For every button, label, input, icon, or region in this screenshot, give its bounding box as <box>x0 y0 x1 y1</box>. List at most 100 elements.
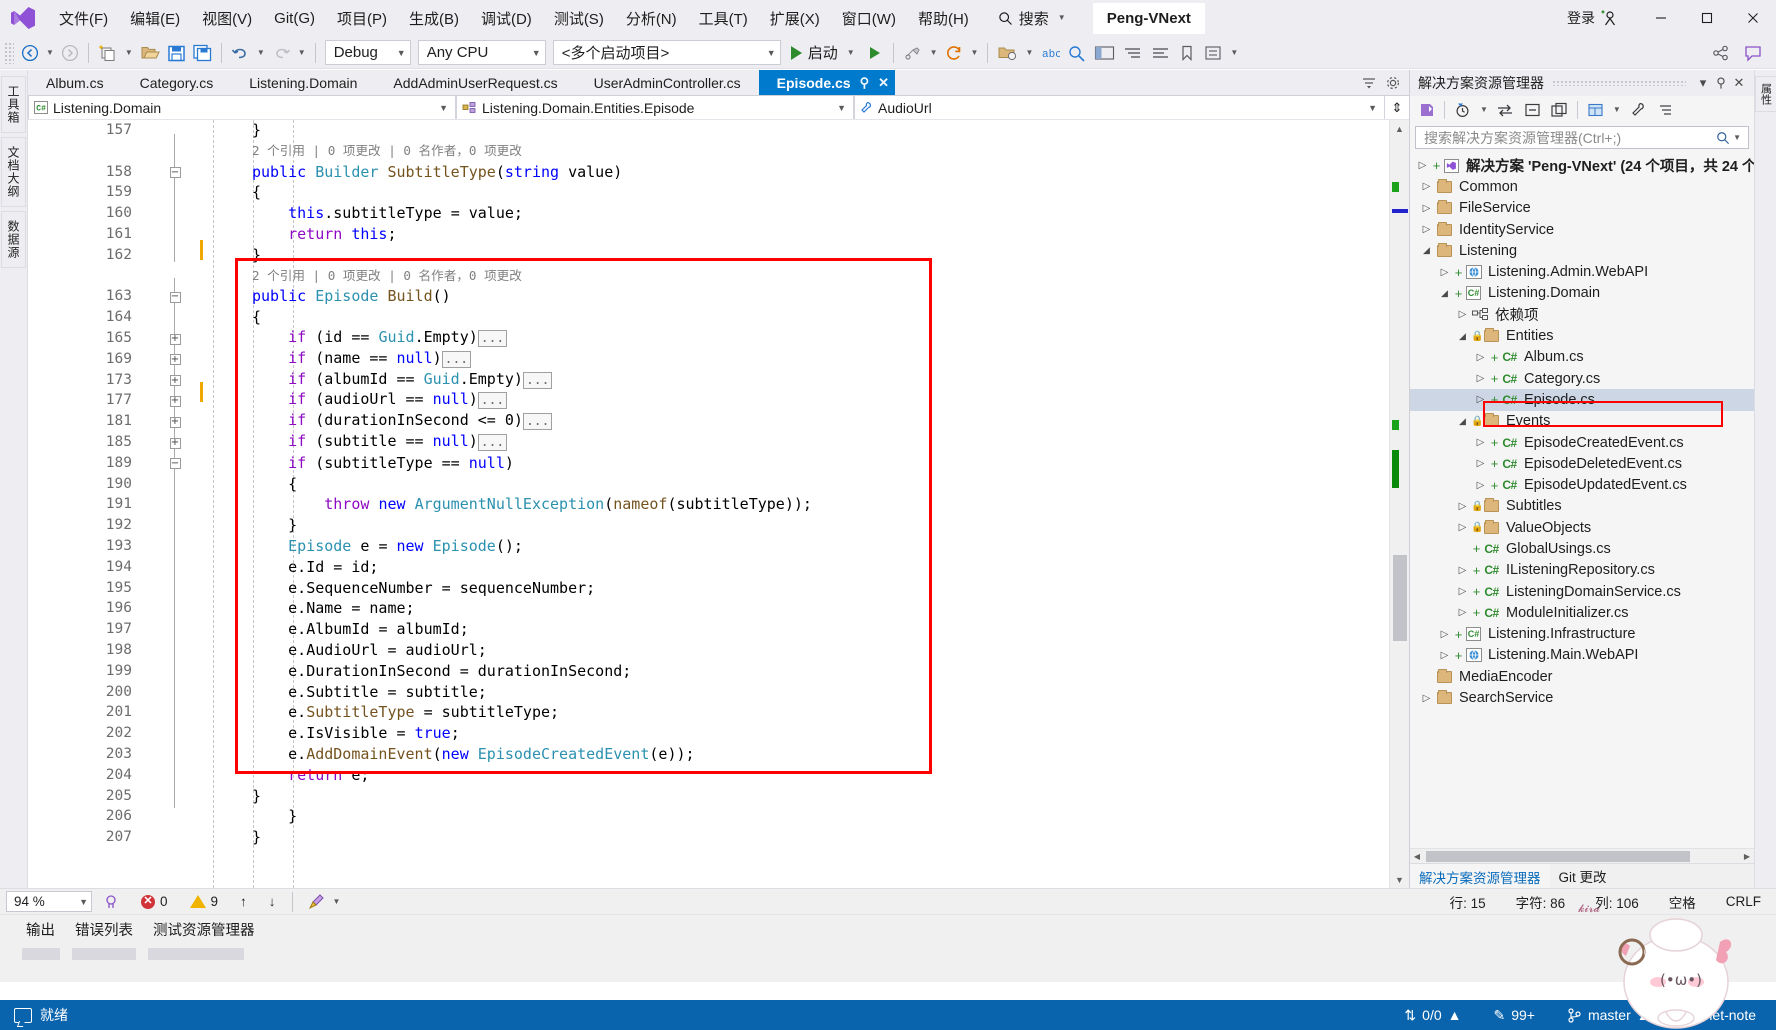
expand-arrow-icon[interactable]: ▷ <box>1454 501 1471 512</box>
intellisense-status[interactable] <box>92 894 130 910</box>
startup-project-combo[interactable]: <多个启动项目> ▼ <box>552 40 781 65</box>
code-line[interactable]: 200 e.Subtitle = subtitle; <box>28 682 1389 703</box>
expand-arrow-icon[interactable]: ▷ <box>1418 693 1435 704</box>
tree-row-subtitles[interactable]: ▷ 🔒 Subtitles <box>1410 496 1754 517</box>
code-editor[interactable]: 157} 2 个引用 | 0 项更改 | 0 名作者，0 项更改 158− publi… <box>28 120 1409 888</box>
code-line[interactable]: 177 + if (audioUrl == null)... <box>28 390 1389 411</box>
tree-row-fileservice[interactable]: ▷ FileService <box>1410 198 1754 219</box>
expand-arrow-icon[interactable]: ▷ <box>1436 267 1453 278</box>
tree-row-episodeupdatedevent-cs[interactable]: ▷ + C# EpisodeUpdatedEvent.cs <box>1410 474 1754 495</box>
expand-arrow-icon[interactable]: ▷ <box>1472 394 1489 405</box>
properties-dropdown-icon[interactable]: ▼ <box>1610 106 1624 114</box>
close-panel-icon[interactable]: ✕ <box>1730 75 1748 91</box>
solution-platform-button[interactable] <box>994 40 1021 66</box>
code-lens[interactable]: 2 个引用 | 0 项更改 | 0 名作者，0 项更改 <box>252 140 522 162</box>
rail-tab-document-outline[interactable]: 文档大纲 <box>1 137 26 207</box>
expand-region-icon[interactable]: + <box>168 390 182 411</box>
code-text[interactable]: return this; <box>252 224 396 245</box>
menu-build[interactable]: 生成(B) <box>398 3 470 34</box>
rail-tab-toolbox[interactable]: 工具箱 <box>1 76 26 133</box>
expand-region-icon[interactable]: + <box>168 349 182 370</box>
code-text[interactable]: public Episode Build() <box>252 286 451 307</box>
expand-arrow-icon[interactable]: ▷ <box>1454 565 1471 576</box>
menu-view[interactable]: 视图(V) <box>191 3 263 34</box>
code-text[interactable]: e.SubtitleType = subtitleType; <box>252 702 559 723</box>
share-button[interactable] <box>1708 40 1734 66</box>
sign-in-button[interactable]: 登录 <box>1559 4 1626 32</box>
tree-row-ilisteningrepository-cs[interactable]: ▷ + C# IListeningRepository.cs <box>1410 560 1754 581</box>
scroll-left-arrow-icon[interactable]: ◀ <box>1410 849 1424 864</box>
code-line[interactable]: 158 − public Builder SubtitleType(string v… <box>28 162 1389 183</box>
tab-solution-explorer[interactable]: 解决方案资源管理器 <box>1410 864 1550 888</box>
comment-selection-button[interactable]: abc <box>1037 40 1063 66</box>
expand-arrow-icon[interactable]: ▷ <box>1454 607 1471 618</box>
toolbar-grip[interactable] <box>4 41 14 64</box>
code-line[interactable]: 195 e.SequenceNumber = sequenceNumber; <box>28 578 1389 599</box>
hot-reload-dropdown-icon[interactable]: ▼ <box>968 48 982 57</box>
code-text[interactable]: return e; <box>252 765 369 786</box>
configuration-combo[interactable]: Debug ▼ <box>324 40 411 65</box>
tree-row-solution-root[interactable]: ▷ + 解决方案 'Peng-VNext' (24 个项目，共 24 个 <box>1410 155 1754 176</box>
code-line[interactable]: 160 this.subtitleType = value; <box>28 203 1389 224</box>
scroll-up-arrow-icon[interactable]: ▲ <box>1390 120 1409 137</box>
panel-dropdown-icon[interactable]: ▾ <box>1694 75 1712 91</box>
code-line[interactable]: 2 个引用 | 0 项更改 | 0 名作者，0 项更改 <box>28 266 1389 287</box>
code-cleanup-button[interactable]: ▼ <box>298 893 355 910</box>
panel-tab-output[interactable]: 输出 <box>22 916 59 943</box>
panel-tab-error-list[interactable]: 错误列表 <box>71 916 137 943</box>
code-text[interactable]: } <box>252 515 297 536</box>
code-line[interactable]: 173 + if (albumId == Guid.Empty)... <box>28 370 1389 391</box>
code-text[interactable]: } <box>252 806 297 827</box>
expand-arrow-icon[interactable]: ▷ <box>1472 373 1489 384</box>
code-line[interactable]: 162} <box>28 245 1389 266</box>
search-dropdown-icon[interactable]: ▼ <box>1730 133 1744 142</box>
show-all-files-icon[interactable] <box>1547 99 1572 122</box>
sync-with-active-document-icon[interactable] <box>1493 99 1518 122</box>
code-line[interactable]: 198 e.AudioUrl = audioUrl; <box>28 640 1389 661</box>
back-dropdown-icon[interactable]: ▼ <box>43 48 57 57</box>
code-line[interactable]: 193 Episode e = new Episode(); <box>28 536 1389 557</box>
expand-arrow-icon[interactable]: ▷ <box>1472 480 1489 491</box>
menu-extensions[interactable]: 扩展(X) <box>759 3 831 34</box>
code-line[interactable]: 203 e.AddDomainEvent(new EpisodeCreatedE… <box>28 744 1389 765</box>
collapse-all-icon[interactable] <box>1520 99 1545 122</box>
type-nav-combo[interactable]: Listening.Domain.Entities.Episode ▼ <box>456 96 854 119</box>
scroll-thumb[interactable] <box>1393 555 1407 641</box>
tree-row-identityservice[interactable]: ▷ IdentityService <box>1410 219 1754 240</box>
editor-vertical-scrollbar[interactable]: ▲ ▼ <box>1389 120 1409 888</box>
task-list-dropdown-icon[interactable]: ▼ <box>1227 48 1241 57</box>
code-text[interactable]: e.AddDomainEvent(new EpisodeCreatedEvent… <box>252 744 694 765</box>
code-line[interactable]: 157} <box>28 120 1389 141</box>
open-file-button[interactable] <box>137 40 163 66</box>
tree-row-episode-cs[interactable]: ▷ + C# Episode.cs <box>1410 389 1754 411</box>
expand-region-icon[interactable]: + <box>168 370 182 391</box>
code-line[interactable]: 189 − if (subtitleType == null) <box>28 453 1389 474</box>
code-line[interactable]: 196 e.Name = name; <box>28 598 1389 619</box>
tab-useradmincontroller-cs[interactable]: UserAdminController.cs <box>575 70 759 95</box>
global-search[interactable]: 搜索 ▼ <box>990 5 1077 32</box>
tree-row-album-cs[interactable]: ▷ + C# Album.cs <box>1410 347 1754 368</box>
minimize-button[interactable] <box>1638 0 1684 37</box>
menu-test[interactable]: 测试(S) <box>543 3 615 34</box>
member-nav-combo[interactable]: AudioUrl ▼ <box>854 96 1385 119</box>
code-text[interactable]: if (audioUrl == null)... <box>252 389 508 412</box>
code-line[interactable]: 192 } <box>28 515 1389 536</box>
code-lens[interactable]: 2 个引用 | 0 项更改 | 0 名作者，0 项更改 <box>252 265 522 287</box>
project-nav-combo[interactable]: C# Listening.Domain ▼ <box>28 96 456 119</box>
close-button[interactable] <box>1730 0 1776 37</box>
pin-tab-icon[interactable]: ⚲ <box>860 75 870 91</box>
menu-project[interactable]: 项目(P) <box>326 3 398 34</box>
search-input[interactable] <box>1422 128 1717 147</box>
code-line[interactable]: 205} <box>28 786 1389 807</box>
expand-region-icon[interactable]: + <box>168 432 182 453</box>
code-line[interactable]: 191 throw new ArgumentNullException(name… <box>28 494 1389 515</box>
tree-row-entities[interactable]: ◢ 🔒 Entities <box>1410 325 1754 346</box>
collapse-region-icon[interactable]: − <box>168 453 182 474</box>
tree-row-globalusings-cs[interactable]: + C# GlobalUsings.cs <box>1410 538 1754 559</box>
home-icon[interactable] <box>1414 99 1439 122</box>
expand-arrow-icon[interactable]: ▷ <box>1418 224 1435 235</box>
start-debug-button[interactable]: 启动 ▼ <box>785 40 862 66</box>
notification-icon[interactable] <box>14 1007 32 1023</box>
solution-tree[interactable]: ▷ + 解决方案 'Peng-VNext' (24 个项目，共 24 个 ▷ Co… <box>1410 153 1754 848</box>
menu-tools[interactable]: 工具(T) <box>688 3 759 34</box>
